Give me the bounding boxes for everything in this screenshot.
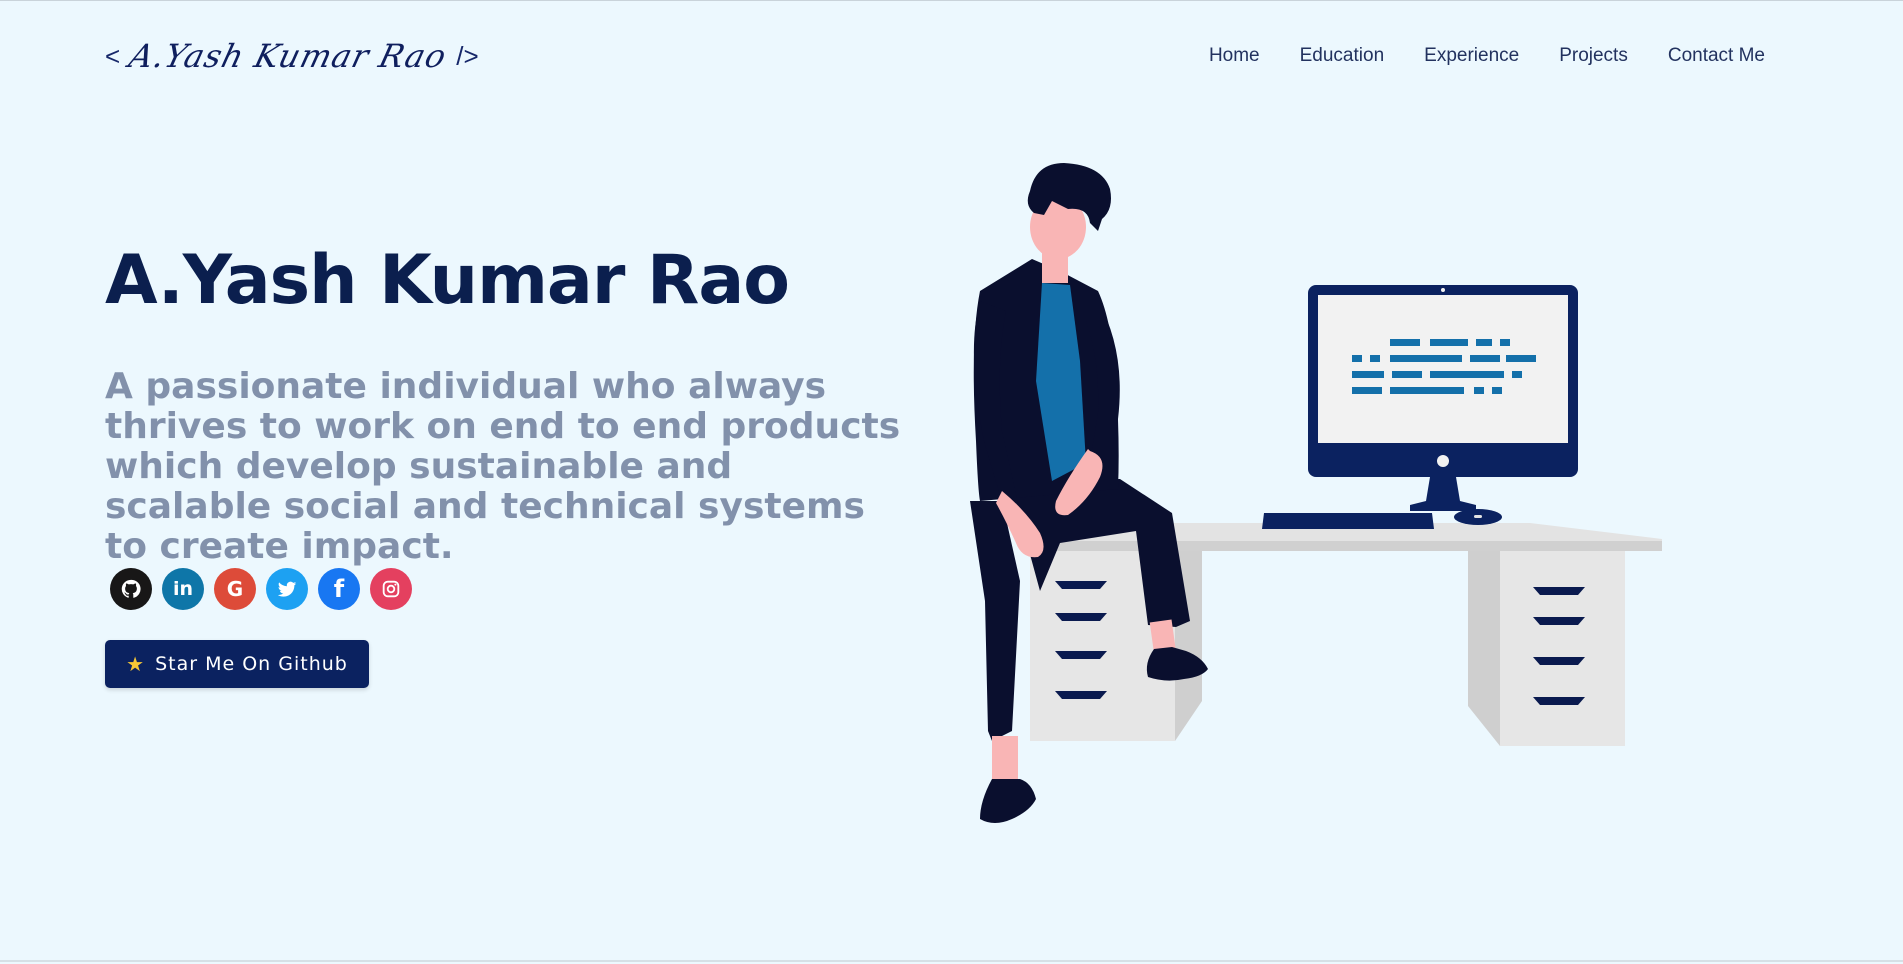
portfolio-page: < A.Yash Kumar Rao /> Home Education Exp… bbox=[0, 0, 1903, 964]
left-drawer-1 bbox=[1055, 581, 1107, 589]
star-icon: ★ bbox=[126, 652, 146, 676]
left-drawer-2 bbox=[1055, 613, 1107, 621]
right-cabinet bbox=[1500, 551, 1625, 746]
main-nav: Home Education Experience Projects Conta… bbox=[1189, 45, 1785, 67]
person-left-ankle bbox=[992, 736, 1018, 786]
logo-close-bracket: /> bbox=[456, 40, 479, 71]
instagram-icon[interactable] bbox=[370, 568, 412, 610]
nav-experience[interactable]: Experience bbox=[1404, 45, 1539, 67]
hero-subtitle: A passionate individual who always thriv… bbox=[105, 366, 901, 567]
monitor-camera bbox=[1441, 288, 1445, 292]
google-glyph: G bbox=[226, 577, 244, 601]
star-on-github-button[interactable]: ★ Star Me On Github bbox=[105, 640, 369, 688]
facebook-glyph: f bbox=[333, 575, 345, 603]
github-icon[interactable] bbox=[110, 568, 152, 610]
google-icon[interactable]: G bbox=[214, 568, 256, 610]
hero-title: A.Yash Kumar Rao bbox=[105, 241, 790, 320]
bottom-divider bbox=[0, 960, 1903, 962]
site-header: < A.Yash Kumar Rao /> Home Education Exp… bbox=[105, 29, 1785, 85]
right-drawer-3 bbox=[1533, 657, 1585, 665]
right-drawer-2 bbox=[1533, 617, 1585, 625]
site-logo[interactable]: < A.Yash Kumar Rao /> bbox=[105, 37, 479, 75]
twitter-icon[interactable] bbox=[266, 568, 308, 610]
person-left-leg bbox=[970, 501, 1020, 741]
logo-signature: A.Yash Kumar Rao bbox=[125, 37, 452, 75]
nav-education[interactable]: Education bbox=[1280, 45, 1405, 67]
right-cabinet-side bbox=[1468, 551, 1500, 746]
social-links: in G f bbox=[110, 568, 412, 610]
left-drawer-4 bbox=[1055, 691, 1107, 699]
right-drawer-4 bbox=[1533, 697, 1585, 705]
right-drawer-1 bbox=[1533, 587, 1585, 595]
person-left-shoe bbox=[980, 779, 1036, 823]
nav-contact-me[interactable]: Contact Me bbox=[1648, 45, 1785, 67]
facebook-icon[interactable]: f bbox=[318, 568, 360, 610]
developer-desk-illustration bbox=[970, 163, 1662, 823]
monitor-screen bbox=[1318, 295, 1568, 443]
left-drawer-3 bbox=[1055, 651, 1107, 659]
keyboard bbox=[1262, 513, 1434, 529]
logo-open-bracket: < bbox=[105, 40, 121, 71]
nav-home[interactable]: Home bbox=[1189, 45, 1280, 67]
desk-top-edge bbox=[1040, 541, 1662, 551]
linkedin-icon[interactable]: in bbox=[162, 568, 204, 610]
linkedin-glyph: in bbox=[172, 578, 194, 600]
monitor-button bbox=[1437, 455, 1449, 467]
star-button-label: Star Me On Github bbox=[155, 653, 348, 675]
monitor-stand bbox=[1410, 477, 1476, 511]
nav-projects[interactable]: Projects bbox=[1539, 45, 1648, 67]
